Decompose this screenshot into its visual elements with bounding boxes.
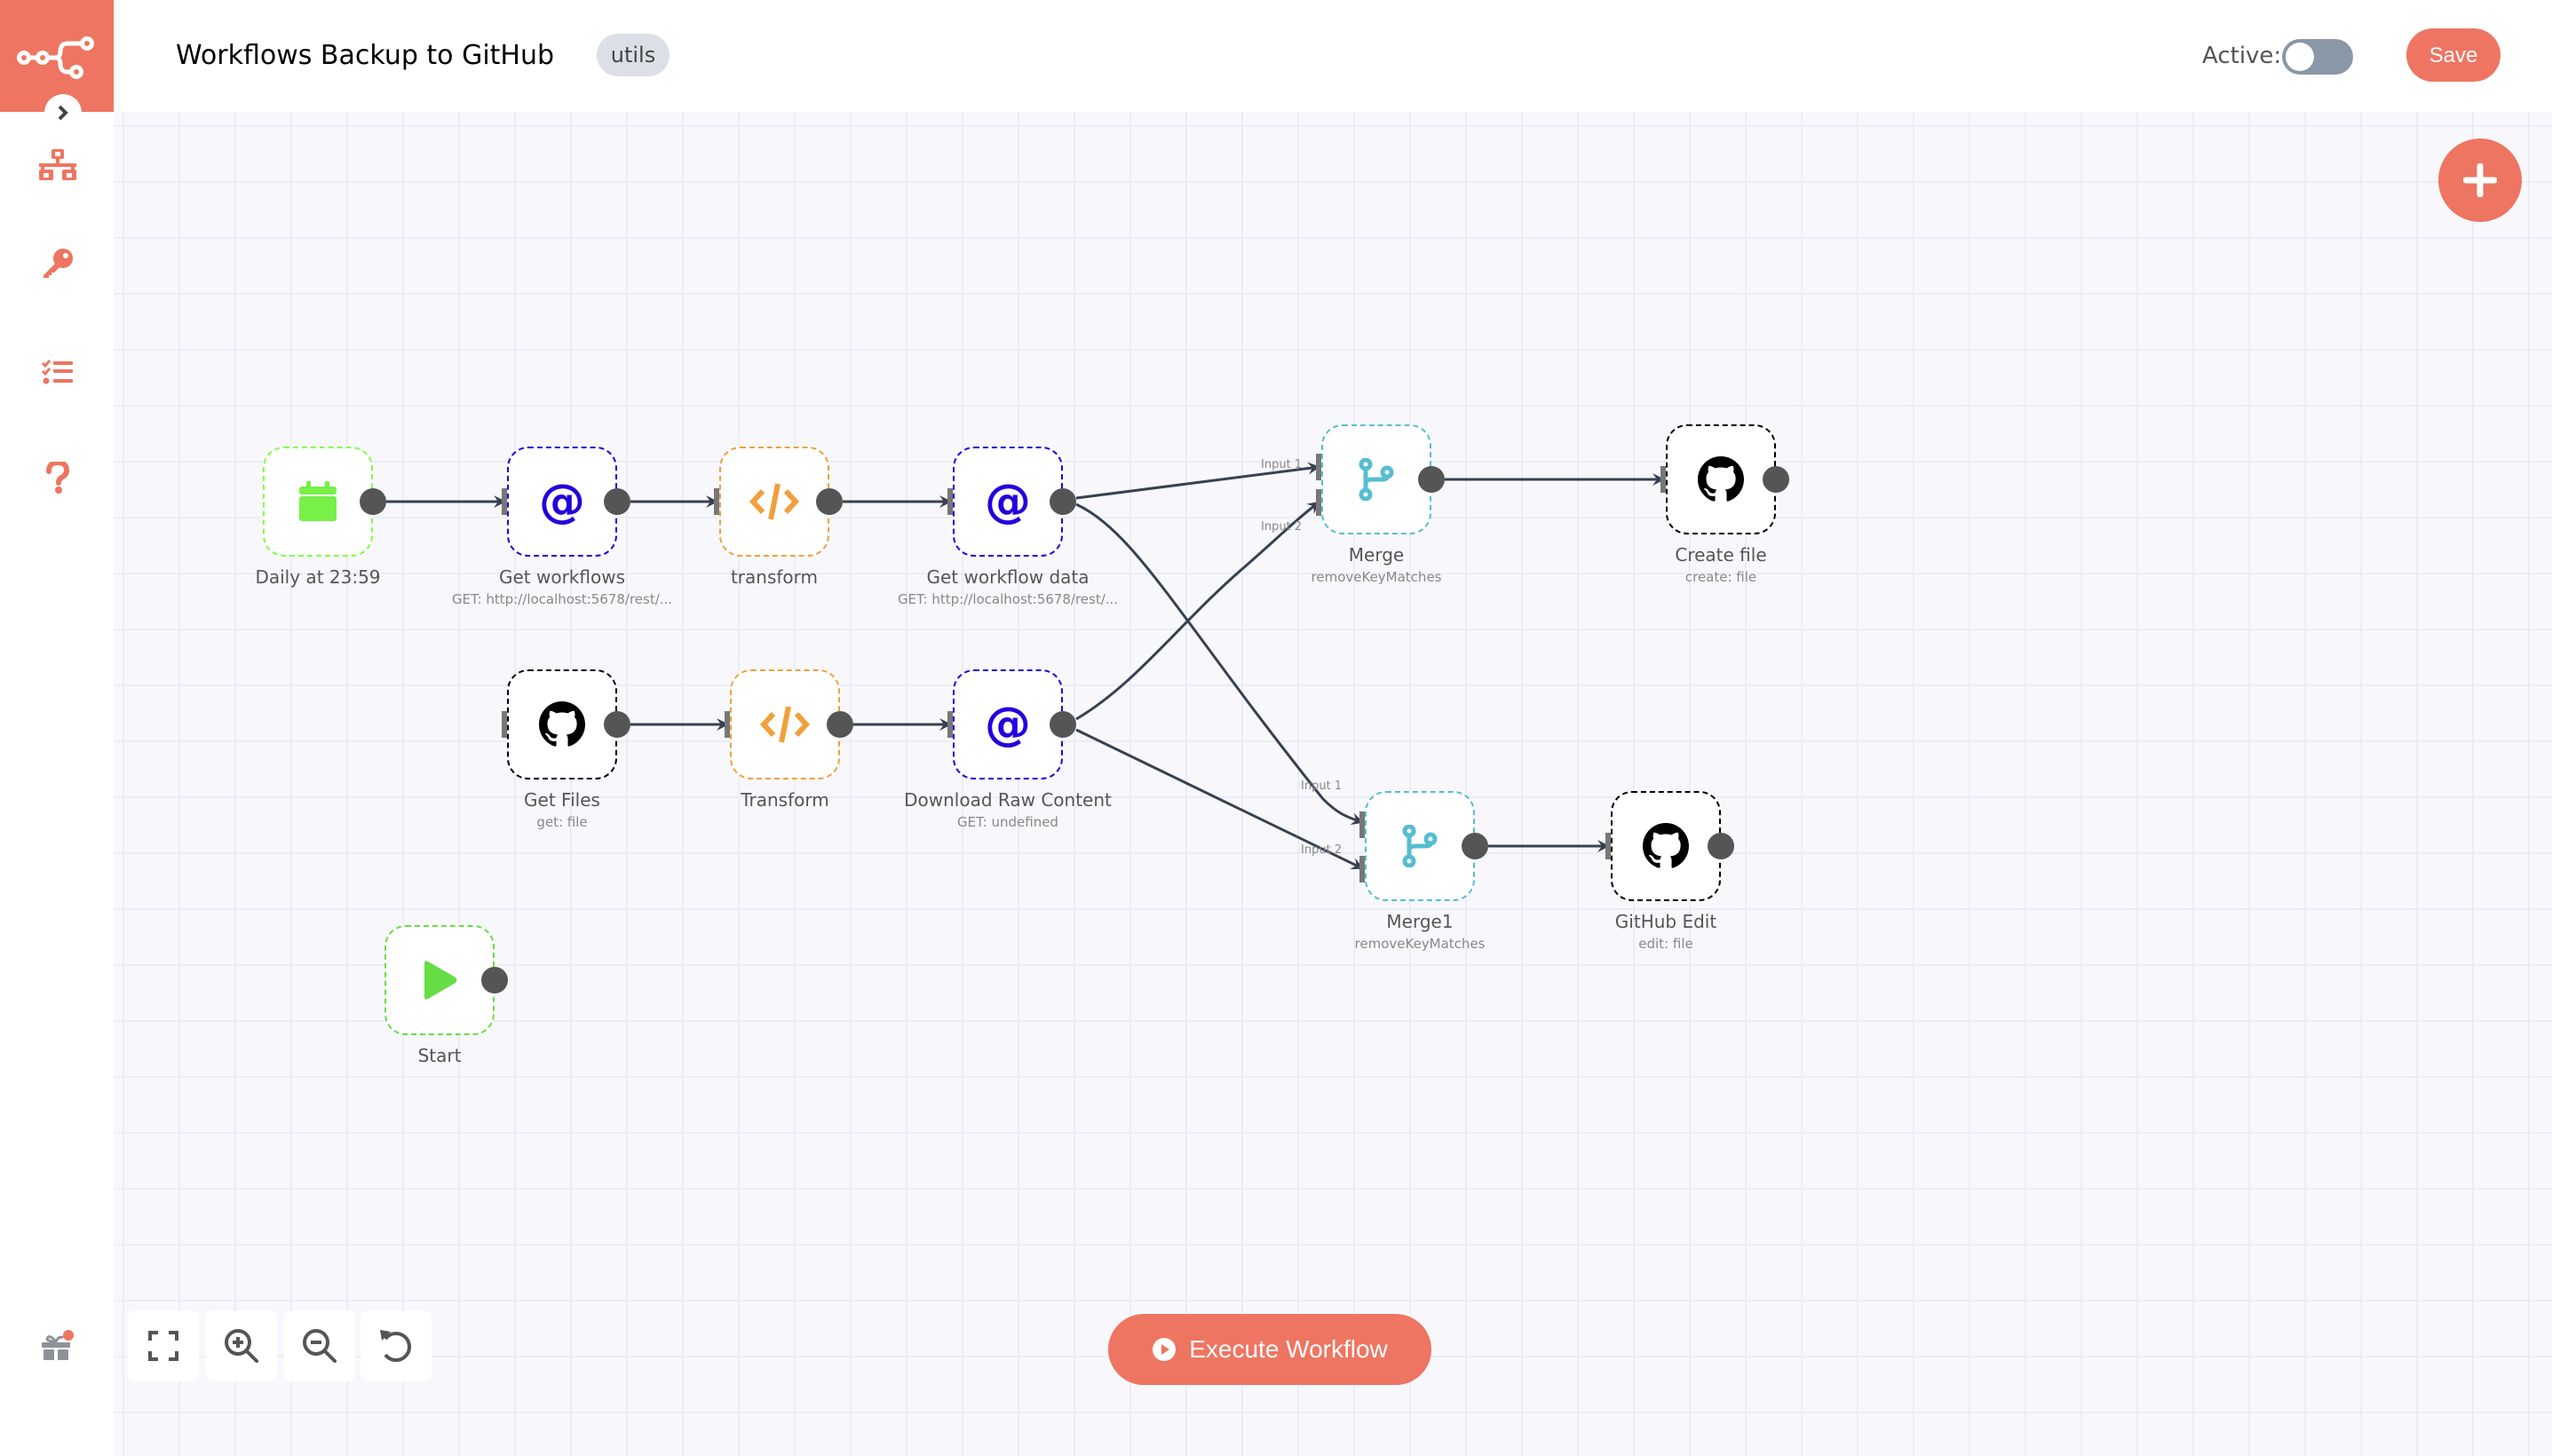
sidebar-item-executions[interactable] — [36, 350, 80, 394]
at-sign-icon: @ — [985, 698, 1031, 751]
zoom-in-button[interactable] — [206, 1310, 277, 1381]
code-icon — [749, 483, 800, 520]
node-start[interactable] — [384, 925, 495, 1035]
output-port[interactable] — [1763, 466, 1789, 493]
merge-input1-label: Input 1 — [1261, 458, 1303, 471]
sidebar-item-credentials[interactable] — [36, 241, 80, 286]
play-circle-icon — [1153, 1338, 1177, 1361]
question-icon — [46, 462, 69, 494]
add-node-button[interactable] — [2438, 138, 2522, 222]
node-transform-2[interactable] — [730, 669, 840, 779]
output-port[interactable] — [816, 488, 843, 515]
output-port[interactable] — [604, 488, 630, 515]
zoom-out-icon — [303, 1329, 337, 1363]
gift-icon — [42, 1330, 74, 1360]
play-icon — [424, 961, 457, 1000]
github-icon — [539, 701, 585, 747]
output-port[interactable] — [1050, 488, 1076, 515]
node-merge1[interactable] — [1365, 791, 1475, 901]
at-sign-icon: @ — [539, 475, 585, 528]
workflow-tag[interactable]: utils — [597, 34, 670, 76]
header-bar: Workflows Backup to GitHub utils Active:… — [0, 0, 2552, 112]
output-port[interactable] — [481, 967, 508, 993]
node-label: Merge — [1348, 544, 1405, 566]
code-icon — [759, 706, 811, 743]
output-port[interactable] — [360, 488, 386, 515]
save-button[interactable]: Save — [2406, 28, 2500, 82]
zoom-in-icon — [225, 1329, 258, 1363]
node-merge[interactable] — [1321, 424, 1431, 534]
node-get-workflows[interactable]: @ — [507, 447, 617, 557]
output-port[interactable] — [1050, 711, 1076, 738]
merge1-input2-label: Input 2 — [1301, 843, 1343, 857]
node-subtitle: removeKeyMatches — [1311, 569, 1442, 585]
toggle-knob — [2286, 43, 2314, 71]
output-port[interactable] — [1462, 833, 1488, 859]
node-daily-at-2359[interactable] — [263, 447, 373, 557]
execute-workflow-button[interactable]: Execute Workflow — [1108, 1314, 1431, 1385]
sidebar — [0, 112, 114, 1456]
node-label: Download Raw Content — [904, 789, 1112, 811]
execute-workflow-label: Execute Workflow — [1189, 1335, 1388, 1363]
active-toggle[interactable] — [2282, 39, 2353, 75]
output-port[interactable] — [1418, 466, 1445, 493]
github-icon — [1698, 456, 1744, 502]
output-port[interactable] — [1708, 833, 1734, 859]
sidebar-item-help[interactable] — [36, 455, 80, 500]
workflow-title[interactable]: Workflows Backup to GitHub — [176, 36, 554, 76]
sidebar-item-whats-new[interactable] — [36, 1324, 80, 1368]
active-label: Active: — [2202, 43, 2282, 69]
plus-icon — [2463, 163, 2497, 197]
node-label: Create file — [1675, 544, 1767, 566]
zoom-to-fit-button[interactable] — [128, 1310, 199, 1381]
reset-icon — [380, 1330, 411, 1362]
reset-zoom-button[interactable] — [361, 1310, 432, 1381]
node-label: Get workflow data — [926, 566, 1090, 588]
merge-input2-label: Input 2 — [1261, 520, 1303, 534]
node-download-raw-content[interactable]: @ — [953, 669, 1063, 779]
node-get-files[interactable] — [507, 669, 617, 779]
node-create-file[interactable] — [1666, 424, 1776, 534]
node-get-workflow-data[interactable]: @ — [953, 447, 1063, 557]
merge-icon — [1402, 825, 1438, 867]
fullscreen-icon — [148, 1331, 178, 1361]
output-port[interactable] — [827, 711, 853, 738]
github-icon — [1643, 823, 1689, 868]
output-port[interactable] — [604, 711, 630, 738]
node-label: Daily at 23:59 — [255, 566, 381, 588]
key-icon — [44, 249, 73, 278]
node-subtitle: get: file — [536, 814, 588, 830]
node-transform[interactable] — [719, 447, 829, 557]
node-subtitle: edit: file — [1638, 936, 1693, 952]
merge1-input1-label: Input 1 — [1301, 779, 1343, 793]
chevron-right-icon — [58, 105, 68, 121]
at-sign-icon: @ — [985, 475, 1031, 528]
node-label: GitHub Edit — [1614, 911, 1717, 932]
node-subtitle: removeKeyMatches — [1354, 936, 1486, 952]
sidebar-item-workflows[interactable] — [36, 143, 80, 187]
network-icon — [39, 149, 76, 180]
node-subtitle: GET: http://localhost:5678/rest/... — [897, 591, 1119, 607]
node-github-edit[interactable] — [1611, 791, 1721, 901]
zoom-out-button[interactable] — [284, 1310, 355, 1381]
node-label: Merge1 — [1386, 911, 1454, 932]
node-subtitle: create: file — [1684, 569, 1757, 585]
node-subtitle: GET: http://localhost:5678/rest/... — [451, 591, 673, 607]
merge-icon — [1359, 458, 1394, 501]
logo-icon — [17, 36, 94, 79]
sidebar-expand-button[interactable] — [44, 94, 82, 131]
tasks-icon — [42, 360, 73, 384]
node-label: Start — [417, 1045, 462, 1066]
calendar-icon — [299, 481, 337, 521]
node-subtitle: GET: undefined — [957, 814, 1058, 830]
